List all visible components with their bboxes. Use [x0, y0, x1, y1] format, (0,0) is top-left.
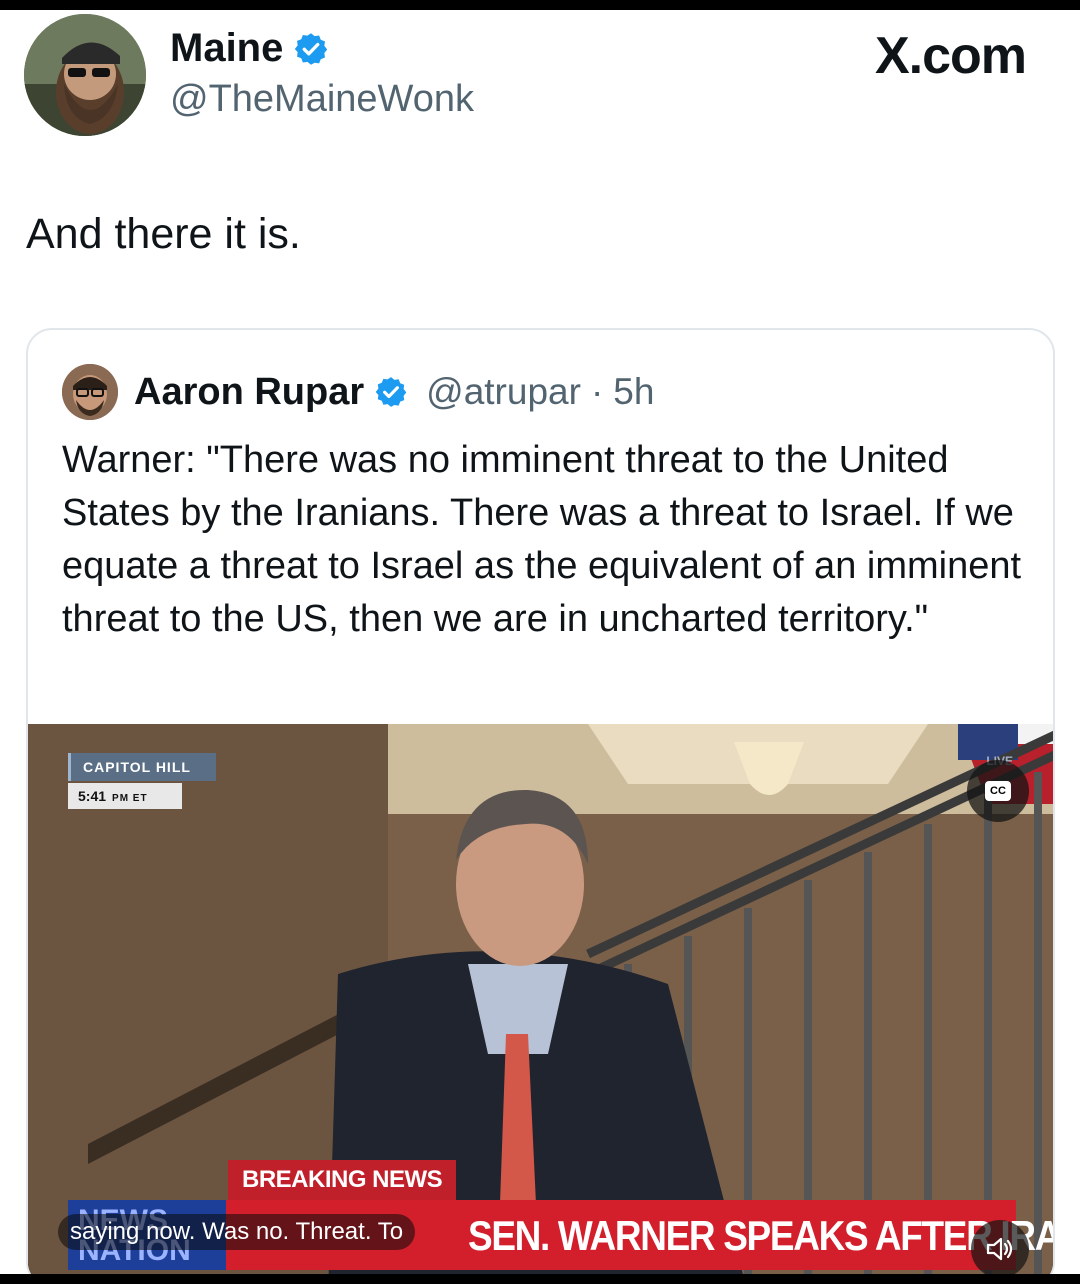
author-name[interactable]: Maine — [170, 26, 283, 71]
breaking-news-label: BREAKING NEWS — [228, 1160, 457, 1200]
mute-toggle-button[interactable] — [971, 1220, 1029, 1274]
verified-badge-icon — [293, 31, 329, 67]
closed-captions-icon: CC — [985, 781, 1011, 801]
quoted-post-card[interactable]: Aaron Rupar @atrupar · 5h Warner: "There… — [26, 328, 1055, 1274]
post-screen: Maine @TheMaineWonk X.com And there it i… — [0, 10, 1080, 1274]
x-brand-logo: X.com — [874, 27, 1027, 85]
broadcast-time: 5:41 PM ET — [68, 783, 182, 809]
author-handle[interactable]: @TheMaineWonk — [170, 78, 474, 121]
time-suffix: PM ET — [112, 793, 148, 804]
time-value: 5:41 — [78, 788, 107, 804]
closed-captions-button[interactable]: CC — [967, 760, 1029, 822]
meta-separator: · — [590, 371, 604, 412]
quoted-post-header: Aaron Rupar @atrupar · 5h — [62, 364, 654, 420]
quoted-author-avatar[interactable] — [62, 364, 118, 420]
author-name-row: Maine — [170, 26, 329, 71]
chyron-headline: SEN. WARNER SPEAKS AFTER IRAN BRIEFING — [468, 1212, 1053, 1259]
video-player[interactable]: CAPITOL HILL 5:41PM ET LIVE CC BREAKING … — [28, 724, 1053, 1274]
location-label: CAPITOL HILL — [68, 753, 216, 781]
live-caption: saying now. Was no. Threat. To — [58, 1214, 416, 1250]
verified-badge-icon — [374, 375, 408, 409]
quoted-author-handle[interactable]: @atrupar — [426, 371, 581, 413]
author-avatar[interactable] — [24, 14, 146, 136]
post-text: And there it is. — [26, 210, 301, 258]
speaker-icon — [986, 1237, 1013, 1261]
quoted-author-name[interactable]: Aaron Rupar — [134, 371, 364, 414]
quoted-post-text: Warner: "There was no imminent threat to… — [62, 439, 1022, 640]
location-chyron: CAPITOL HILL 5:41 PM ET — [68, 753, 216, 809]
quoted-post-time[interactable]: 5h — [613, 371, 654, 413]
